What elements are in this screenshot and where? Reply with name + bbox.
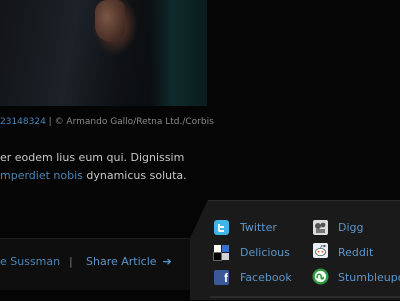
article-photo bbox=[0, 0, 207, 106]
author-link[interactable]: e Sussman bbox=[0, 255, 60, 268]
photo-hand bbox=[95, 0, 125, 42]
share-article-label: Share Article bbox=[86, 255, 157, 268]
share-delicious-link[interactable]: Delicious bbox=[240, 246, 290, 259]
reddit-icon bbox=[313, 243, 328, 258]
share-digg-link[interactable]: Digg bbox=[338, 221, 364, 234]
footer-separator: | bbox=[69, 255, 73, 268]
delicious-icon bbox=[213, 245, 229, 261]
share-twitter-link[interactable]: Twitter bbox=[240, 221, 277, 234]
digg-icon bbox=[313, 220, 328, 235]
arrow-right-icon: ➔ bbox=[162, 255, 172, 268]
article-line-2-rest: dynamicus soluta. bbox=[82, 169, 187, 182]
share-facebook-link[interactable]: Facebook bbox=[240, 271, 292, 284]
article-line-2: mperdiet nobis dynamicus soluta. bbox=[0, 167, 220, 185]
photo-lapel bbox=[150, 0, 207, 106]
twitter-icon bbox=[214, 220, 229, 235]
photo-credit-text: | © Armando Gallo/Retna Ltd./Corbis bbox=[45, 117, 214, 127]
share-stumbleupon-link[interactable]: Stumbleupo bbox=[338, 271, 400, 284]
article-inline-link[interactable]: mperdiet nobis bbox=[0, 169, 83, 182]
photo-credit-id[interactable]: 23148324 bbox=[0, 117, 46, 127]
share-reddit-link[interactable]: Reddit bbox=[338, 246, 373, 259]
share-article-button[interactable]: Share Article ➔ bbox=[86, 255, 172, 268]
article-body: er eodem lius eum qui. Dignissim mperdie… bbox=[0, 149, 220, 185]
article-line-1: er eodem lius eum qui. Dignissim bbox=[0, 151, 185, 164]
share-menu-bottom-border bbox=[210, 296, 400, 298]
photo-credit: 23148324 | © Armando Gallo/Retna Ltd./Co… bbox=[0, 117, 220, 127]
stumbleupon-icon bbox=[312, 268, 329, 285]
facebook-icon: f bbox=[214, 270, 229, 285]
